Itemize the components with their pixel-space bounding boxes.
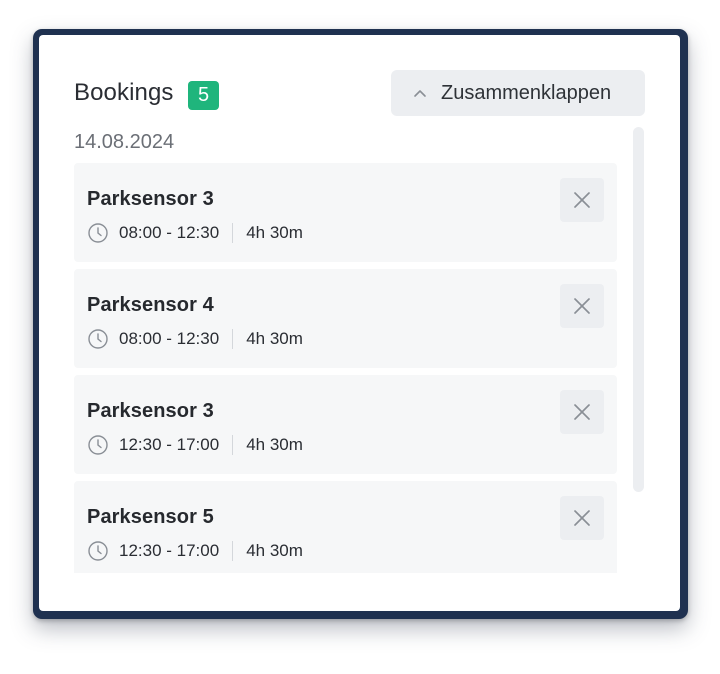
remove-booking-button[interactable] [560, 496, 604, 540]
bookings-header: Bookings 5 Zusammenklappen [74, 69, 645, 117]
close-icon [574, 298, 590, 314]
scrollbar[interactable] [633, 127, 644, 492]
close-icon [574, 404, 590, 420]
clock-icon [88, 223, 108, 243]
bookings-panel: Bookings 5 Zusammenklappen 14.08.2024 Pa… [39, 35, 680, 611]
divider [232, 435, 234, 455]
collapse-button[interactable]: Zusammenklappen [391, 70, 645, 116]
booking-name: Parksensor 3 [87, 188, 214, 210]
chevron-up-icon [414, 90, 426, 97]
remove-booking-button[interactable] [560, 284, 604, 328]
close-icon [574, 510, 590, 526]
booking-name: Parksensor 4 [87, 294, 214, 316]
bookings-window-frame: Bookings 5 Zusammenklappen 14.08.2024 Pa… [33, 29, 688, 619]
divider [232, 223, 234, 243]
close-icon [574, 192, 590, 208]
booking-duration: 4h 30m [246, 541, 303, 560]
collapse-button-label: Zusammenklappen [441, 81, 612, 104]
remove-booking-button[interactable] [560, 390, 604, 434]
date-group-label: 14.08.2024 [74, 131, 175, 153]
clock-icon [88, 329, 108, 349]
booking-time: 08:00 - 12:30 [119, 223, 220, 242]
remove-booking-button[interactable] [560, 178, 604, 222]
booking-time: 12:30 - 17:00 [119, 541, 220, 560]
booking-meta: 12:30 - 17:00 4h 30m [87, 434, 303, 456]
booking-card[interactable]: Parksensor 4 08:00 - 12:30 4h 30m [74, 269, 617, 368]
booking-card[interactable]: Parksensor 3 12:30 - 17:00 4h 30m [74, 375, 617, 474]
booking-name: Parksensor 5 [87, 506, 214, 528]
clock-icon [88, 435, 108, 455]
booking-time: 12:30 - 17:00 [119, 435, 220, 454]
booking-duration: 4h 30m [246, 329, 303, 348]
booking-card[interactable]: Parksensor 5 12:30 - 17:00 4h 30m [74, 481, 617, 573]
booking-meta: 08:00 - 12:30 4h 30m [87, 328, 303, 350]
divider [232, 329, 234, 349]
booking-card[interactable]: Parksensor 3 08:00 - 12:30 4h 30m [74, 163, 617, 262]
booking-meta: 12:30 - 17:00 4h 30m [87, 540, 303, 562]
bookings-list[interactable]: Parksensor 3 08:00 - 12:30 4h 30m Parkse… [74, 163, 617, 573]
divider [232, 541, 234, 561]
booking-duration: 4h 30m [246, 435, 303, 454]
booking-time: 08:00 - 12:30 [119, 329, 220, 348]
booking-name: Parksensor 3 [87, 400, 214, 422]
booking-duration: 4h 30m [246, 223, 303, 242]
clock-icon [88, 541, 108, 561]
page-title: Bookings [74, 79, 174, 106]
bookings-count-badge: 5 [188, 81, 219, 110]
booking-meta: 08:00 - 12:30 4h 30m [87, 222, 303, 244]
